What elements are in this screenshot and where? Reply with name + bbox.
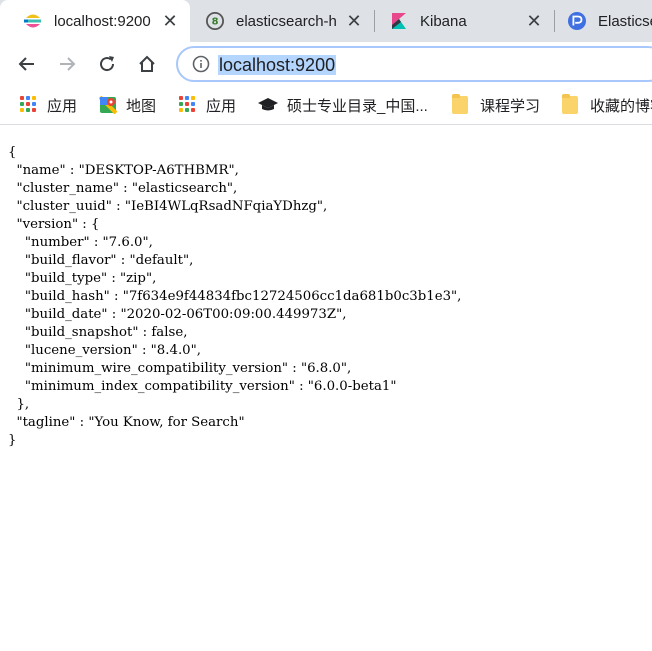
elastic-logo-icon: [24, 12, 42, 30]
json-value-build-snapshot: false: [151, 325, 184, 340]
graduation-cap-icon: [258, 98, 278, 111]
tab-title: Kibana: [420, 12, 467, 30]
forward-button[interactable]: [53, 50, 81, 78]
folder-icon: [452, 94, 468, 114]
json-value-build-flavor: default: [135, 253, 183, 268]
home-button[interactable]: [133, 50, 161, 78]
bookmark-maps[interactable]: 地图: [99, 95, 156, 115]
tab-kibana[interactable]: Kibana ✕: [374, 0, 554, 42]
bookmark-label: 硕士专业目录_中国...: [287, 97, 428, 115]
bookmarks-bar: 应用 地图 应用 硕士专业目录_中国... 课程学习 收藏的博客: [0, 87, 652, 125]
close-icon[interactable]: ✕: [344, 11, 364, 31]
bookmark-blog-folder[interactable]: 收藏的博客: [562, 94, 652, 115]
bookmark-label: 地图: [126, 97, 157, 115]
arrow-left-icon: [18, 57, 34, 71]
json-value-lucene-version: 8.4.0: [156, 343, 191, 358]
bookmark-apps[interactable]: 应用: [20, 95, 77, 115]
tab-title: localhost:9200: [54, 12, 151, 30]
bookmark-label: 收藏的博客: [590, 97, 652, 115]
svg-text:8: 8: [212, 17, 219, 28]
json-value-cluster-name: elasticsearch: [138, 181, 227, 196]
folder-icon: [562, 94, 578, 114]
bookmark-apps-2[interactable]: 应用: [179, 95, 236, 115]
json-value-build-date: 2020-02-06T00:09:00.449973Z: [126, 307, 337, 322]
json-value-number: 7.6.0: [108, 235, 143, 250]
json-value-build-hash: 7f634e9f44834fbc12724506cc1da681b0c3b1e3: [128, 289, 452, 304]
maps-icon: [99, 96, 117, 114]
reload-button[interactable]: [93, 50, 121, 78]
json-value-min-index-version: 6.0.0-beta1: [313, 379, 391, 394]
elastic-blue-icon: [568, 12, 586, 30]
json-value-tagline: You Know, for Search: [94, 415, 239, 430]
close-icon[interactable]: ✕: [160, 11, 180, 31]
bookmark-label: 应用: [206, 97, 237, 115]
back-button[interactable]: [13, 50, 41, 78]
kibana-icon: [390, 12, 408, 30]
info-icon[interactable]: [192, 55, 210, 73]
json-value-min-wire-version: 6.8.0: [307, 361, 341, 376]
tab-title: Elasticse: [598, 12, 652, 30]
tab-elasticsearch-head[interactable]: 8 elasticsearch-h ✕: [190, 0, 374, 42]
reload-icon: [100, 56, 115, 72]
url-text[interactable]: localhost:9200: [218, 55, 337, 75]
tab-strip: localhost:9200 ✕ 8 elasticsearch-h ✕ Kib…: [0, 0, 652, 42]
bookmark-masters-catalog[interactable]: 硕士专业目录_中国...: [258, 95, 428, 115]
arrow-right-icon: [60, 57, 76, 71]
json-value-cluster-uuid: IeBI4WLqRsadNFqiaYDhzg: [130, 199, 317, 214]
apps-grid-icon: [20, 96, 38, 114]
json-text: { "name" : "DESKTOP-A6THBMR", "cluster_n…: [8, 145, 462, 448]
bookmark-course-folder[interactable]: 课程学习: [452, 94, 541, 115]
bookmark-label: 应用: [47, 97, 78, 115]
address-bar[interactable]: localhost:9200: [176, 46, 652, 82]
bookmark-label: 课程学习: [480, 97, 541, 115]
tab-title: elasticsearch-h: [236, 12, 337, 30]
close-icon[interactable]: ✕: [524, 11, 544, 31]
tab-elasticsearch-docs[interactable]: Elasticse: [554, 0, 652, 42]
browser-toolbar: localhost:9200: [0, 42, 652, 87]
apps-grid-icon: [179, 96, 197, 114]
elasticsearch-head-icon: 8: [206, 12, 224, 30]
json-value-name: DESKTOP-A6THBMR: [84, 163, 229, 178]
json-response-body: { "name" : "DESKTOP-A6THBMR", "cluster_n…: [8, 144, 648, 450]
home-icon: [139, 55, 155, 72]
json-value-build-type: zip: [126, 271, 146, 286]
tab-localhost[interactable]: localhost:9200 ✕: [0, 0, 190, 42]
